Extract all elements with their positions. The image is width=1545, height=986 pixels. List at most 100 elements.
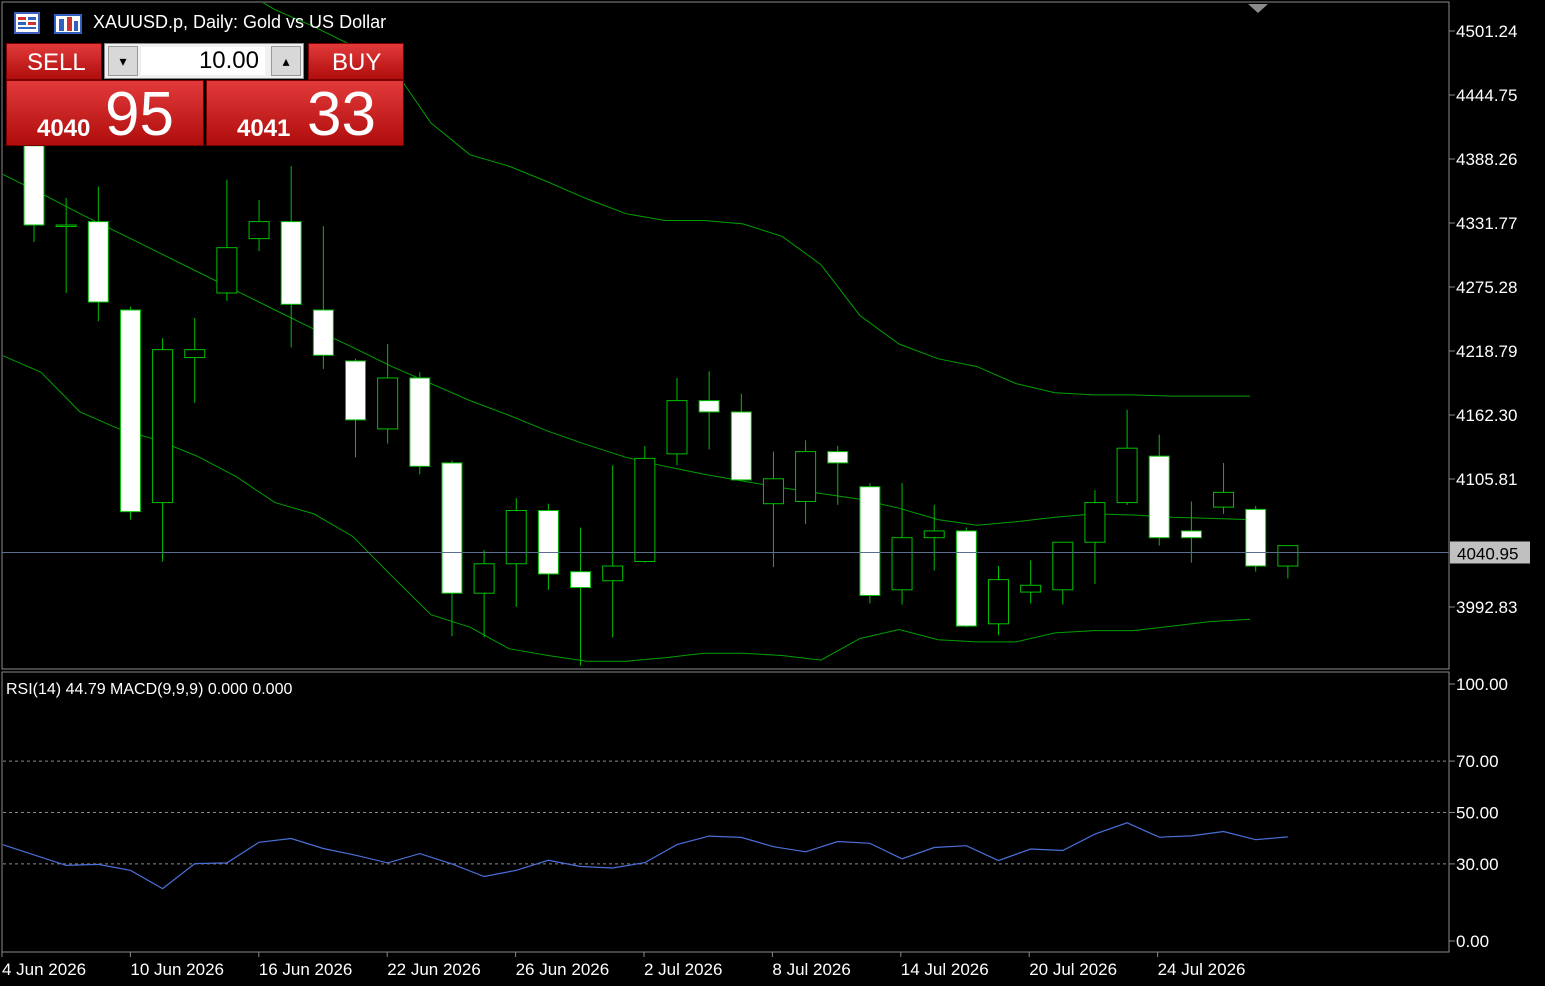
price-tick-label: 4105.81 [1456,470,1517,489]
candle [537,503,559,590]
candle-body [409,377,431,467]
candle-body [23,145,45,226]
one-click-trading-icon[interactable] [14,12,40,34]
candle-body [602,565,624,582]
candle [1052,541,1074,605]
candle-body [1116,447,1138,504]
sell-button[interactable]: SELL [6,43,102,80]
sell-price-button[interactable]: 4040 95 [6,80,204,149]
price-tick-label: 4501.24 [1456,22,1517,41]
time-tick-label: 26 Jun 2026 [516,960,610,979]
candle [827,445,849,505]
candle-body [955,530,977,627]
candle-body [988,579,1009,625]
lot-decrease-icon[interactable]: ▾ [108,46,138,76]
time-tick-label: 10 Jun 2026 [130,960,224,979]
candle-body [1084,502,1106,543]
candle [1277,545,1299,579]
candle [1180,501,1202,563]
candle-body [795,451,817,502]
candle [184,317,206,403]
lot-increase-icon[interactable]: ▴ [271,46,301,76]
candle-body [1148,455,1170,539]
buy-label: BUY [332,49,382,76]
time-tick-label: 4 Jun 2026 [2,960,86,979]
current-price-label: 4040.95 [1457,544,1518,563]
candle-body [119,309,141,513]
chart-shift-marker[interactable] [1248,4,1268,13]
price-tick-label: 4162.30 [1456,406,1517,425]
candle-body [891,537,913,591]
candle-body [184,349,206,359]
lot-stepper: ▾ ▴ [104,43,304,79]
candle [1245,505,1267,572]
candle [1084,490,1106,585]
candle-body [1180,530,1202,539]
candle-body [1020,584,1042,593]
candle [1116,409,1138,505]
candle-body [505,510,527,565]
candle-body [248,221,270,240]
price-tick-label: 4444.75 [1456,86,1517,105]
sell-label: SELL [27,49,86,76]
candle [634,445,656,563]
candle-body [345,360,366,421]
candle [891,483,913,605]
candle-body [280,221,302,305]
candle-body [377,377,399,430]
candle-body [441,462,463,594]
candle [795,440,817,525]
candle-body [537,510,559,575]
candle [377,343,399,444]
rsi-tick-label: 30.00 [1456,855,1499,874]
candle-body [698,400,720,413]
band-lower-line [3,355,1251,662]
candle-body [473,563,495,594]
candle-body [570,571,592,589]
candle-body [152,349,174,504]
time-tick-label: 8 Jul 2026 [772,960,850,979]
candle-body [1052,541,1074,591]
candle-body [1245,508,1267,567]
market-depth-icon[interactable] [54,12,82,34]
price-tick-label: 4331.77 [1456,214,1517,233]
candle-body [923,530,945,539]
sell-price-small: 4040 [37,115,91,142]
chart-title: XAUUSD.p, Daily: Gold vs US Dollar [93,12,387,32]
lot-input[interactable] [141,47,265,75]
time-tick-label: 20 Jul 2026 [1029,960,1117,979]
candle [698,371,720,450]
time-tick-label: 24 Jul 2026 [1158,960,1246,979]
candle-body [87,221,109,303]
candle [248,200,270,252]
sell-price-big: 95 [105,80,174,149]
candle [955,527,977,628]
candle [55,197,77,293]
candle [666,377,688,466]
candle [152,338,174,562]
rsi-tick-label: 100.00 [1456,675,1508,694]
price-tick-label: 4218.79 [1456,342,1517,361]
candle [570,527,592,666]
buy-price-button[interactable]: 4041 33 [206,80,404,149]
candle [923,504,945,571]
one-click-trading-panel: SELL ▾ ▴ BUY 4040 95 4041 33 [6,43,404,149]
candle [730,393,752,481]
candle [119,306,141,520]
candle [1020,560,1042,604]
candle-body [762,478,784,505]
buy-button[interactable]: BUY [308,43,404,80]
buy-price-small: 4041 [237,115,291,142]
candle [762,451,784,568]
buy-price-big: 33 [307,80,376,149]
price-chart[interactable]: 4501.24 4444.75 4388.26 4331.77 4275.28 4218.… [0,0,1545,986]
candle-body [827,451,849,464]
candle [859,483,881,604]
candle [988,566,1009,636]
candle-body [1277,545,1299,567]
rsi-tick-label: 70.00 [1456,752,1499,771]
price-tick-label: 4388.26 [1456,150,1517,169]
time-tick-label: 14 Jul 2026 [901,960,989,979]
candle-body [1213,491,1235,508]
candle-body [55,224,77,228]
